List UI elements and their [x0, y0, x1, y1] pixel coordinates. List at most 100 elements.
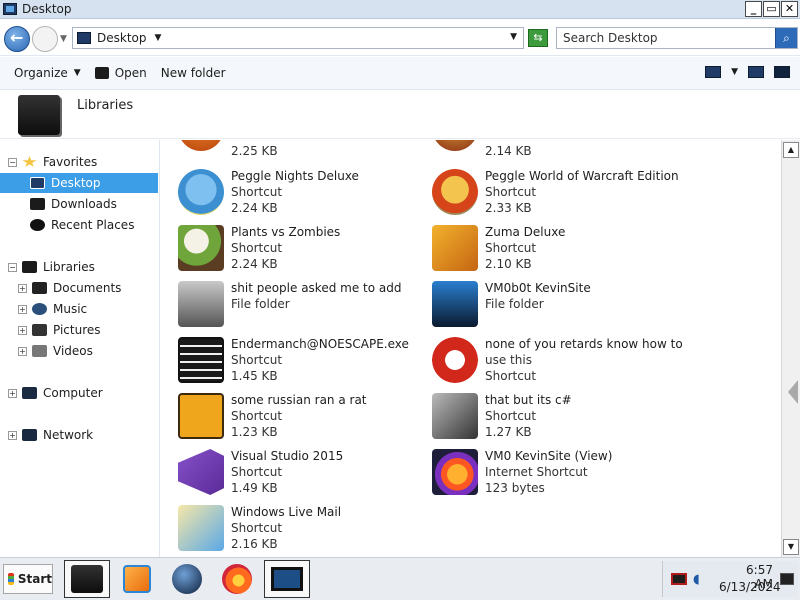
- view-options-dropdown[interactable]: ▼: [731, 67, 738, 77]
- taskbar-explorer[interactable]: [64, 560, 110, 598]
- file-item[interactable]: some russian ran a rat Shortcut 1.23 KB: [178, 392, 428, 442]
- refresh-button[interactable]: ⇆: [528, 29, 548, 47]
- file-type: Shortcut: [231, 185, 283, 199]
- recent-pages-dropdown[interactable]: ▼: [60, 34, 67, 44]
- scroll-up-button[interactable]: ▲: [783, 142, 799, 158]
- file-item[interactable]: Visual Studio 2015 Shortcut 1.49 KB: [178, 448, 428, 498]
- file-name-continued: use this: [485, 353, 532, 367]
- file-size: 2.33 KB: [485, 201, 532, 215]
- search-input[interactable]: Search Desktop: [563, 31, 658, 45]
- organize-button[interactable]: Organize ▼: [14, 66, 81, 80]
- collapse-icon[interactable]: −: [8, 262, 17, 272]
- sidebar-item-documents[interactable]: + Documents: [0, 278, 158, 298]
- close-button[interactable]: ✕: [781, 1, 798, 17]
- file-item[interactable]: 2.14 KB: [432, 140, 682, 158]
- documents-icon: [32, 282, 47, 294]
- file-type: Shortcut: [231, 465, 283, 479]
- file-size: 2.14 KB: [485, 144, 532, 158]
- globe-icon: [172, 564, 202, 594]
- back-button[interactable]: [4, 26, 30, 52]
- libraries-icon: [22, 261, 37, 273]
- file-item[interactable]: that but its c# Shortcut 1.27 KB: [432, 392, 682, 442]
- red-dragon-icon: [432, 337, 478, 383]
- expand-icon[interactable]: +: [8, 430, 17, 440]
- navigation-pane: − Favorites Desktop Downloads Recent Pla…: [0, 140, 160, 557]
- file-size: 1.45 KB: [231, 369, 278, 383]
- taskbar-app-globe[interactable]: [164, 560, 210, 598]
- file-name: Peggle Nights Deluxe: [231, 169, 359, 183]
- file-item[interactable]: Zuma Deluxe Shortcut 2.10 KB: [432, 224, 682, 274]
- file-name: Endermanch@NOESCAPE.exe: [231, 337, 409, 351]
- exe-icon: [178, 337, 224, 383]
- restore-button[interactable]: ▭: [763, 1, 780, 17]
- start-button[interactable]: Start: [3, 564, 53, 594]
- expand-icon[interactable]: +: [18, 283, 27, 293]
- new-folder-button[interactable]: New folder: [161, 66, 226, 80]
- file-list: 2.25 KB 2.14 KB Peggle Nights Deluxe Sho…: [161, 140, 781, 557]
- sidebar-item-computer[interactable]: + Computer: [0, 383, 158, 403]
- file-size: 2.10 KB: [485, 257, 532, 271]
- open-button[interactable]: Open: [94, 66, 147, 80]
- window-icon: [271, 567, 303, 591]
- file-type: Shortcut: [485, 241, 537, 255]
- stacked-windows-icon: [432, 393, 478, 439]
- change-view-icon[interactable]: [705, 66, 722, 78]
- help-icon[interactable]: [774, 66, 790, 78]
- network-icon[interactable]: ◖: [693, 572, 700, 587]
- show-desktop-icon[interactable]: [780, 573, 794, 585]
- scrollbar-thumb[interactable]: [788, 380, 798, 404]
- system-tray: ◖ 6:57 AM 6/13/2024: [662, 561, 798, 597]
- clock-date[interactable]: 6/13/2024: [719, 580, 781, 594]
- file-name: that but its c#: [485, 393, 572, 407]
- address-history-dropdown[interactable]: ▼: [510, 32, 517, 42]
- taskbar-vm-window[interactable]: [264, 560, 310, 598]
- collapse-icon[interactable]: −: [8, 157, 17, 167]
- file-item[interactable]: Peggle Nights Deluxe Shortcut 2.24 KB: [178, 168, 428, 218]
- chevron-down-icon[interactable]: ▼: [155, 33, 162, 43]
- expand-icon[interactable]: +: [18, 346, 27, 356]
- expand-icon[interactable]: +: [8, 388, 17, 398]
- sidebar-item-network[interactable]: + Network: [0, 425, 158, 445]
- scroll-down-button[interactable]: ▼: [783, 539, 799, 555]
- sidebar-item-pictures[interactable]: + Pictures: [0, 320, 158, 340]
- file-item[interactable]: Plants vs Zombies Shortcut 2.24 KB: [178, 224, 428, 274]
- search-icon[interactable]: ⌕: [775, 28, 797, 48]
- file-item[interactable]: VM0 KevinSite (View) Internet Shortcut 1…: [432, 448, 682, 498]
- file-item[interactable]: none of you retards know how to use this…: [432, 336, 683, 386]
- preview-pane-icon[interactable]: [748, 66, 764, 78]
- tray-app-icon[interactable]: [671, 573, 687, 585]
- address-bar[interactable]: Desktop ▼ ▼: [72, 27, 524, 49]
- taskbar-firefox[interactable]: [214, 560, 260, 598]
- file-size: 2.25 KB: [231, 144, 278, 158]
- sidebar-item-videos[interactable]: + Videos: [0, 341, 158, 361]
- sidebar-item-downloads[interactable]: Downloads: [0, 194, 158, 214]
- sidebar-label-videos: Videos: [53, 344, 93, 358]
- minimize-button[interactable]: _: [745, 1, 762, 17]
- file-size: 123 bytes: [485, 481, 545, 495]
- file-item[interactable]: Peggle World of Warcraft Edition Shortcu…: [432, 168, 682, 218]
- file-item[interactable]: VM0b0t KevinSite File folder: [432, 280, 682, 330]
- file-item[interactable]: Windows Live Mail Shortcut 2.16 KB: [178, 504, 428, 554]
- expand-icon[interactable]: +: [18, 304, 27, 314]
- file-item[interactable]: Endermanch@NOESCAPE.exe Shortcut 1.45 KB: [178, 336, 428, 386]
- file-item[interactable]: 2.25 KB: [178, 140, 428, 158]
- sidebar-item-music[interactable]: + Music: [0, 299, 158, 319]
- search-box[interactable]: Search Desktop ⌕: [556, 27, 798, 49]
- address-path[interactable]: Desktop: [97, 31, 147, 45]
- sidebar-item-recent-places[interactable]: Recent Places: [0, 215, 158, 235]
- file-name: Peggle World of Warcraft Edition: [485, 169, 679, 183]
- sidebar-item-libraries[interactable]: − Libraries: [0, 257, 158, 277]
- taskbar-media-player[interactable]: [114, 560, 160, 598]
- new-folder-label: New folder: [160, 66, 226, 80]
- peggle-wow-icon: [432, 169, 478, 215]
- vertical-scrollbar[interactable]: ▲ ▼: [781, 140, 800, 557]
- sidebar-item-favorites[interactable]: − Favorites: [0, 152, 158, 172]
- sidebar-label-network: Network: [43, 428, 94, 442]
- sidebar-item-desktop[interactable]: Desktop: [0, 173, 158, 193]
- expand-icon[interactable]: +: [18, 325, 27, 335]
- sidebar-label-favorites: Favorites: [43, 155, 98, 169]
- file-name: Visual Studio 2015: [231, 449, 344, 463]
- forward-button[interactable]: [32, 26, 58, 52]
- visual-studio-icon: [178, 449, 224, 495]
- file-item[interactable]: shit people asked me to add File folder: [178, 280, 428, 330]
